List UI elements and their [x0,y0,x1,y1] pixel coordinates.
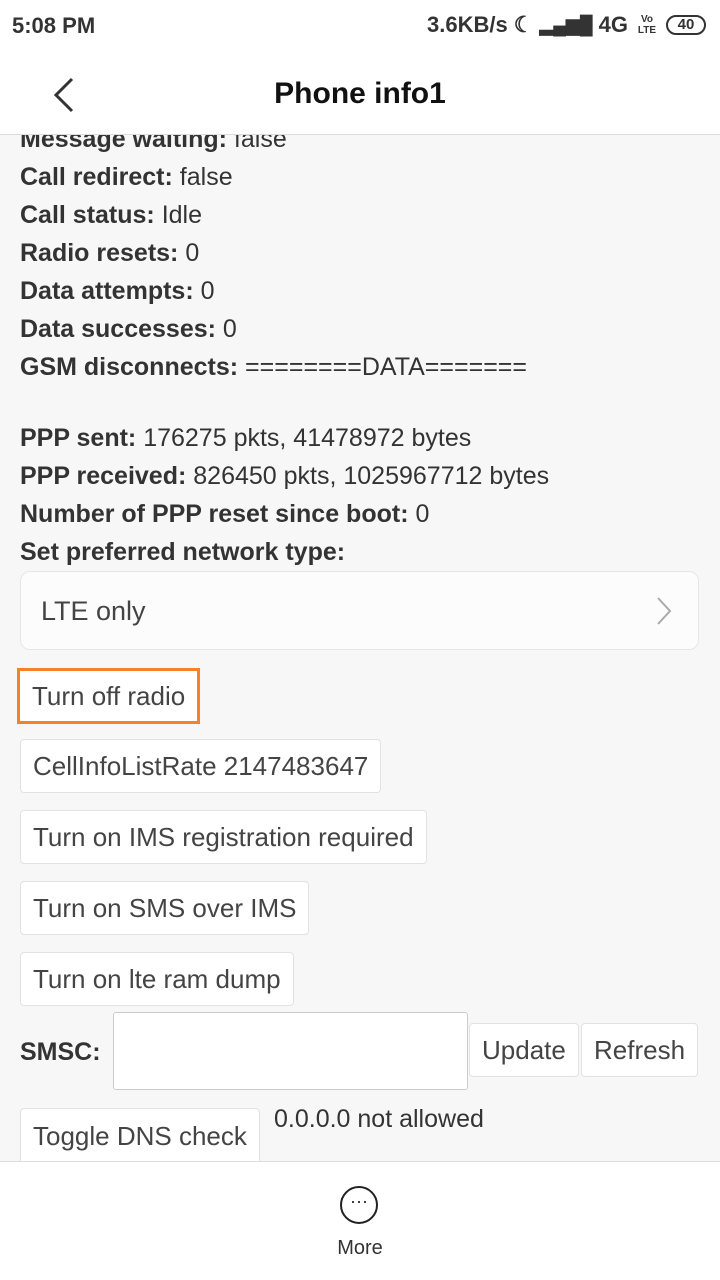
info-line: PPP received: 826450 pkts, 1025967712 by… [20,462,550,490]
info-line: Data successes: 0 [20,315,237,343]
info-line: Message waiting: false [20,135,287,153]
info-line: Radio resets: 0 [20,239,200,267]
info-content: Message waiting: false Call redirect: fa… [0,135,720,1161]
status-bar: 5:08 PM 3.6KB/s ☾ ▂▄▆█ 4G Vo LTE 40 [0,0,720,55]
network-type-select[interactable]: LTE only [20,571,699,650]
more-label[interactable]: More [0,1237,720,1260]
battery-icon: 40 [666,15,706,35]
lte-ram-dump-button[interactable]: Turn on lte ram dump [20,952,294,1006]
info-line: Call redirect: false [20,163,233,191]
info-line: GSM disconnects: ========DATA======= [20,353,527,381]
network-type-value: LTE only [41,596,146,626]
signal-icon: ▂▄▆█ [539,14,593,35]
dns-status: 0.0.0.0 not allowed [274,1105,484,1133]
moon-icon: ☾ [513,12,534,37]
info-line: PPP sent: 176275 pkts, 41478972 bytes [20,424,472,452]
info-line: Call status: Idle [20,201,203,229]
ims-registration-button[interactable]: Turn on IMS registration required [20,810,427,864]
cell-info-rate-button[interactable]: CellInfoListRate 2147483647 [20,739,382,793]
chevron-right-icon [657,597,672,625]
bottom-bar: ··· More [0,1161,720,1280]
page-title: Phone info1 [274,77,446,110]
turn-off-radio-button[interactable]: Turn off radio [17,668,201,724]
more-icon[interactable]: ··· [340,1186,378,1224]
toggle-dns-button[interactable]: Toggle DNS check [20,1108,260,1161]
sms-over-ims-button[interactable]: Turn on SMS over IMS [20,881,310,935]
info-line: Data attempts: 0 [20,277,215,305]
network-speed: 3.6KB/s [426,12,508,37]
smsc-label: SMSC: [20,1038,101,1066]
refresh-button[interactable]: Refresh [581,1023,699,1077]
volte-icon: Vo LTE [637,14,657,36]
network-type: 4G [598,12,628,37]
app-header: Phone info1 [0,55,720,135]
smsc-input[interactable] [113,1012,468,1090]
update-button[interactable]: Update [469,1023,579,1077]
status-time: 5:08 PM [12,13,96,38]
info-line: Set preferred network type: [20,538,346,566]
info-line: Number of PPP reset since boot: 0 [20,500,430,528]
